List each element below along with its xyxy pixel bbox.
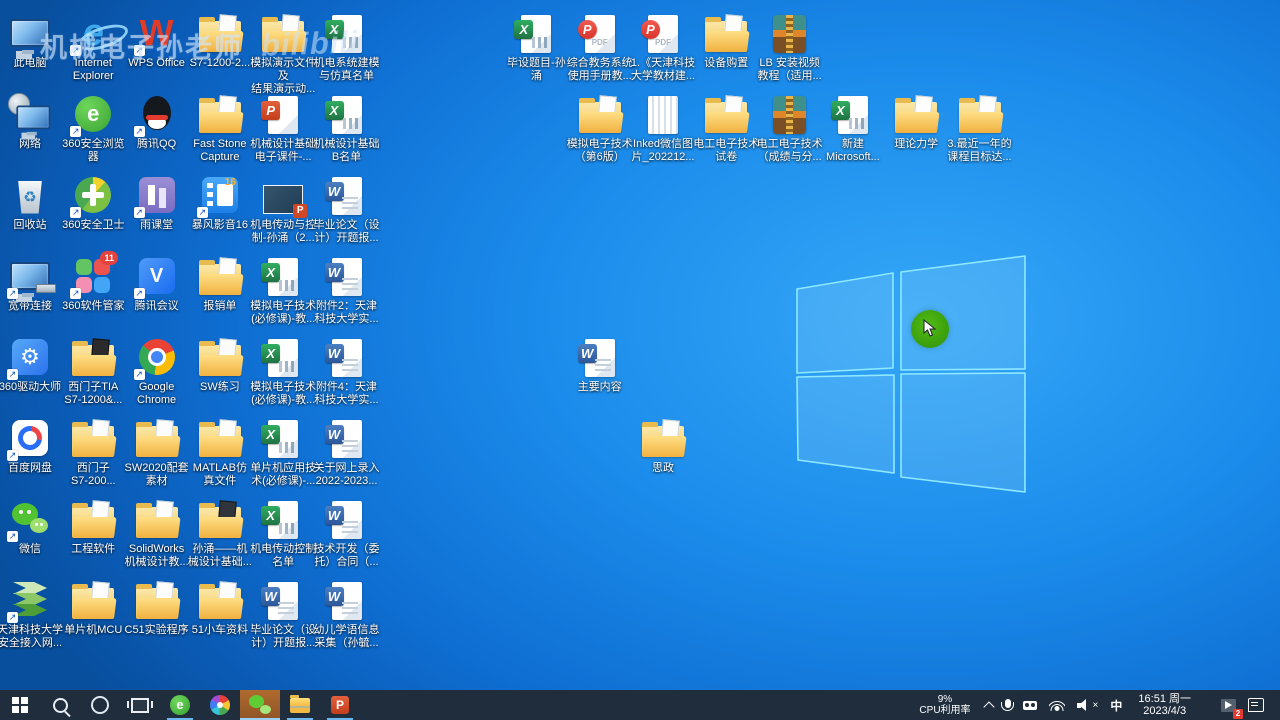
powerpoint-icon: P: [331, 696, 349, 714]
taskbar: eP 9% CPU利用率 × 中 16:51 周一 2023/4/3 2: [0, 690, 1280, 720]
system-tray: 9% CPU利用率 × 中 16:51 周一 2023/4/3 2: [911, 690, 1280, 720]
word-icon: W: [562, 334, 638, 380]
icon-label: 附件4：天津 科技大学实...: [314, 381, 379, 406]
taskbar-search[interactable]: [40, 690, 80, 720]
cortana-icon: [91, 696, 109, 714]
icon-label: 3.最近一年的 课程目标达...: [947, 138, 1012, 163]
desktop-icon-sizheng[interactable]: 思政: [625, 415, 701, 493]
taskbar-cortana[interactable]: [80, 690, 120, 720]
action-center-button[interactable]: [1242, 690, 1274, 720]
folder-icon: [625, 415, 701, 461]
shortcut-arrow-icon: ↗: [133, 126, 145, 137]
shortcut-arrow-icon: ↗: [7, 531, 18, 542]
cpu-usage-widget[interactable]: 9% CPU利用率: [911, 690, 978, 720]
icon-label: 幼儿学语信息 采集（孙毓...: [313, 624, 380, 649]
shortcut-arrow-icon: ↗: [133, 207, 145, 218]
desktop-icon-course-target[interactable]: 3.最近一年的 课程目标达...: [942, 91, 1018, 169]
clock-date: 2023/4/3: [1143, 705, 1187, 717]
taskbar-wechat[interactable]: [240, 690, 280, 720]
excel-icon: X: [309, 10, 385, 56]
action-center-icon: [1248, 698, 1264, 712]
task-view-icon: [127, 697, 153, 713]
wifi-icon: [1048, 700, 1065, 711]
icon-label: 机械设计基础 B名单: [313, 138, 380, 163]
wechat-icon: [249, 695, 271, 715]
word-icon: W: [309, 496, 385, 542]
icon-label: 附件2：天津 科技大学实...: [314, 300, 379, 325]
taskbar-file-explorer[interactable]: [280, 690, 320, 720]
search-icon: [52, 697, 68, 713]
desktop-icon-zhuyao-neirong[interactable]: W 主要内容: [562, 334, 638, 412]
shortcut-arrow-icon: ↗: [7, 450, 18, 461]
chevron-up-icon: [982, 700, 995, 713]
shortcut-arrow-icon: ↗: [70, 207, 82, 218]
shortcut-arrow-icon: ↗: [70, 288, 82, 299]
icon-label: 关于网上录入 2022-2023...: [313, 462, 380, 487]
desktop-icon-jishu-kaifa[interactable]: W 技术开发（委 托）合同（...: [309, 496, 385, 574]
cpu-usage-label: CPU利用率: [919, 705, 971, 716]
word-icon: W: [309, 253, 385, 299]
desktop-wallpaper[interactable]: 此电脑 e ↗ Internet Explorer W ↗ WPS Office S7-120…: [0, 0, 1280, 690]
network-tray-item[interactable]: [1043, 690, 1071, 720]
icon-label: 毕业论文（设 计）开题报...: [313, 219, 380, 244]
shortcut-arrow-icon: ↗: [7, 288, 18, 299]
file-explorer-icon: [290, 694, 310, 713]
360-browser-icon: e: [170, 695, 190, 715]
volume-tray-item[interactable]: ×: [1071, 690, 1105, 720]
start-icon: [12, 697, 28, 713]
shortcut-arrow-icon: ↗: [133, 45, 145, 56]
shortcut-arrow-icon: ↗: [133, 369, 145, 380]
taskbar-powerpoint[interactable]: P: [320, 690, 360, 720]
icon-grid: 此电脑 e ↗ Internet Explorer W ↗ WPS Office S7-120…: [0, 0, 1280, 690]
word-icon: W: [309, 577, 385, 623]
notification-badge: 11: [100, 251, 119, 265]
microphone-tray-item[interactable]: [999, 690, 1017, 720]
taskbar-360-browser[interactable]: e: [160, 690, 200, 720]
ime-indicator[interactable]: 中: [1104, 690, 1128, 720]
colorful-browser-icon: [210, 695, 230, 715]
desktop-icon-youer-xueyu[interactable]: W 幼儿学语信息 采集（孙毓...: [309, 577, 385, 655]
shortcut-arrow-icon: ↗: [196, 207, 208, 218]
shortcut-arrow-icon: ↗: [70, 126, 82, 137]
taskbar-colorful-browser[interactable]: [200, 690, 240, 720]
icon-label: 技术开发（委 托）合同（...: [313, 543, 380, 568]
desktop-icon-jixie-sheji-roster[interactable]: X 机械设计基础 B名单: [309, 91, 385, 169]
excel-icon: X: [309, 91, 385, 137]
clock-time: 16:51 周一: [1138, 693, 1191, 705]
icon-label: 机电系统建模 与仿真名单: [313, 57, 380, 82]
icon-label: 主要内容: [577, 381, 622, 393]
rar-icon: [752, 10, 828, 56]
camera-tray-item[interactable]: [1017, 690, 1043, 720]
folder-icon: [942, 91, 1018, 137]
desktop-icon-jd-modeling-roster[interactable]: X 机电系统建模 与仿真名单: [309, 10, 385, 88]
taskbar-start[interactable]: [0, 690, 40, 720]
shortcut-arrow-icon: ↗: [133, 288, 145, 299]
cpu-usage-value: 9%: [937, 694, 953, 705]
taskbar-clock[interactable]: 16:51 周一 2023/4/3: [1128, 690, 1201, 720]
word-icon: W: [309, 172, 385, 218]
shortcut-arrow-icon: ↗: [70, 45, 82, 56]
microphone-icon: [1001, 699, 1015, 711]
desktop-icon-lb-install-video[interactable]: LB 安装视频 教程（适用...: [752, 10, 828, 88]
desktop-icon-biye-lunwen-1[interactable]: W 毕业论文（设 计）开题报...: [309, 172, 385, 250]
icon-label: 思政: [652, 462, 674, 474]
screen-recorder-tray-item[interactable]: 2: [1215, 690, 1243, 720]
desktop-icon-wangshang-luru[interactable]: W 关于网上录入 2022-2023...: [309, 415, 385, 493]
desktop-icon-fujian-4[interactable]: W 附件4：天津 科技大学实...: [309, 334, 385, 412]
icon-label: LB 安装视频 教程（适用...: [757, 57, 822, 82]
desktop-icon-fujian-2[interactable]: W 附件2：天津 科技大学实...: [309, 253, 385, 331]
shortcut-arrow-icon: ↗: [7, 369, 18, 380]
word-icon: W: [309, 415, 385, 461]
tray-expand-button[interactable]: [979, 690, 999, 720]
taskbar-task-view[interactable]: [120, 690, 160, 720]
volume-mute-x: ×: [1092, 699, 1099, 711]
camera-icon: [1022, 700, 1037, 710]
word-icon: W: [309, 334, 385, 380]
taskbar-items: eP: [0, 690, 360, 720]
shortcut-arrow-icon: ↗: [7, 612, 18, 623]
windows-desktop: 此电脑 e ↗ Internet Explorer W ↗ WPS Office S7-120…: [0, 0, 1280, 720]
volume-muted-icon: [1076, 699, 1090, 711]
